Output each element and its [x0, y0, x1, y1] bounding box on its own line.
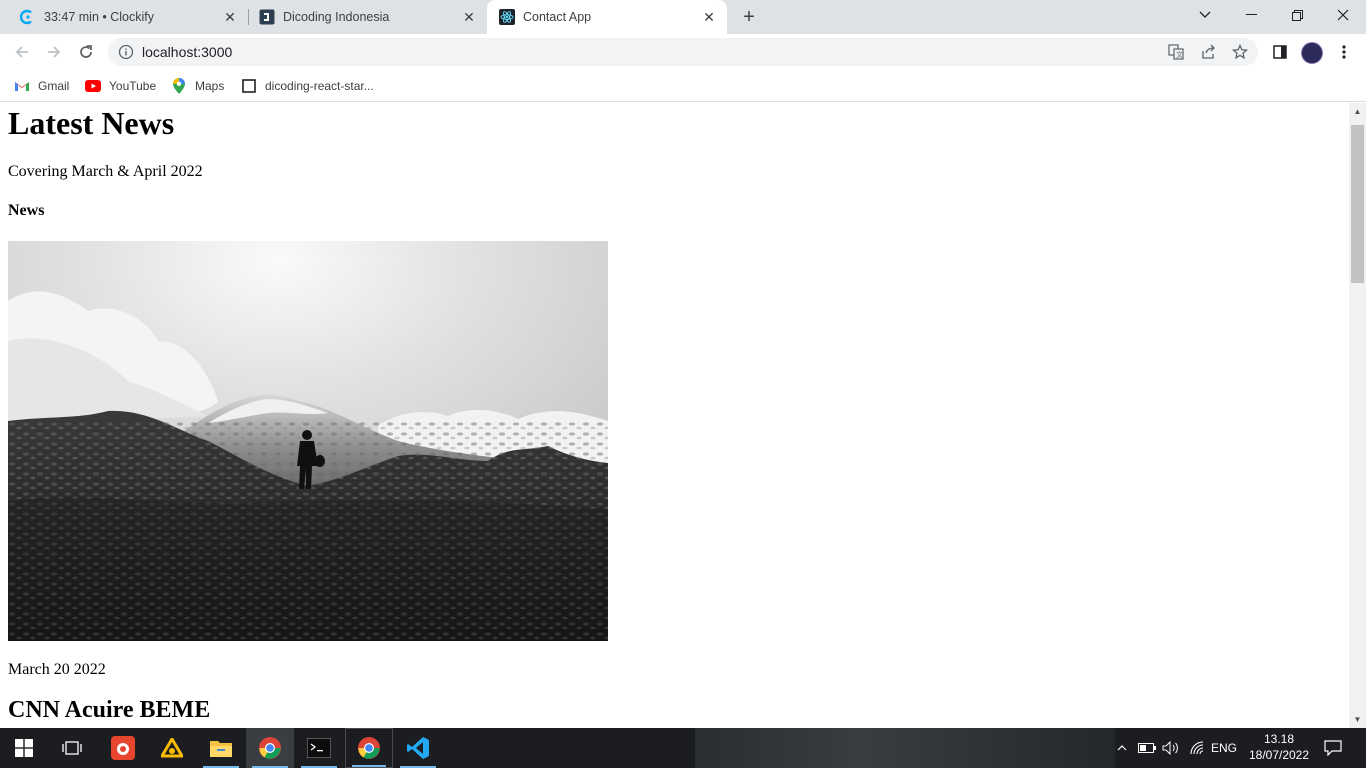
close-tab-icon[interactable]: ✕	[701, 9, 717, 25]
profile-avatar[interactable]	[1301, 42, 1323, 64]
tab-dicoding[interactable]: Dicoding Indonesia ✕	[239, 0, 487, 34]
share-icon[interactable]	[1200, 44, 1216, 60]
taskbar-clock[interactable]: 13.18 18/07/2022	[1248, 731, 1310, 763]
bookmarks-bar: Gmail YouTube Maps dicoding-react-star..…	[0, 70, 1366, 102]
covering-text: Covering March & April 2022	[8, 163, 203, 180]
bookmark-maps[interactable]: Maps	[171, 76, 224, 96]
forward-icon[interactable]	[40, 38, 68, 66]
article-date: March 20 2022	[8, 661, 106, 678]
maps-icon	[171, 78, 187, 94]
url-text: localhost:3000	[142, 44, 233, 60]
news-image	[8, 241, 608, 641]
page-scrollbar[interactable]: ▲ ▼	[1349, 103, 1366, 728]
notifications-icon[interactable]	[1318, 728, 1348, 768]
gmail-icon	[14, 78, 30, 94]
reload-icon[interactable]	[72, 38, 100, 66]
language-indicator[interactable]: ENG	[1208, 728, 1240, 768]
page-icon	[241, 78, 257, 94]
back-icon[interactable]	[8, 38, 36, 66]
address-bar[interactable]: localhost:3000 文	[108, 38, 1258, 66]
page-title: Latest News	[8, 105, 175, 141]
site-info-icon[interactable]	[118, 44, 134, 60]
bookmark-youtube[interactable]: YouTube	[85, 76, 156, 96]
file-explorer-icon[interactable]	[197, 728, 245, 768]
show-hidden-icons-icon[interactable]	[1113, 728, 1131, 768]
clock-time: 13.18	[1263, 732, 1295, 746]
menu-kebab-icon[interactable]	[1334, 42, 1354, 62]
scroll-thumb[interactable]	[1351, 125, 1364, 283]
minimize-icon[interactable]	[1228, 0, 1274, 30]
wifi-icon[interactable]	[1186, 728, 1208, 768]
close-window-icon[interactable]	[1320, 0, 1366, 30]
windows-taskbar: ENG 13.18 18/07/2022	[0, 728, 1366, 768]
volume-icon[interactable]	[1160, 728, 1182, 768]
clockify-icon	[20, 9, 36, 25]
tab-title: 33:47 min • Clockify	[44, 10, 154, 24]
bookmark-label: Maps	[195, 79, 225, 93]
tab-search-icon[interactable]	[1182, 0, 1228, 30]
scroll-down-icon[interactable]: ▼	[1349, 711, 1366, 728]
svg-text:文: 文	[1176, 50, 1183, 59]
restore-icon[interactable]	[1274, 0, 1320, 30]
app-icon[interactable]	[99, 728, 147, 768]
tab-title: Dicoding Indonesia	[283, 10, 390, 24]
browser-toolbar: localhost:3000 文	[0, 34, 1366, 70]
close-tab-icon[interactable]: ✕	[461, 9, 477, 25]
start-icon[interactable]	[0, 728, 48, 768]
page-viewport: Latest News Covering March & April 2022 …	[0, 103, 1349, 728]
tab-strip: 33:47 min • Clockify ✕ Dicoding Indonesi…	[0, 0, 1366, 34]
youtube-icon	[85, 78, 101, 94]
drive-icon[interactable]	[148, 728, 196, 768]
taskbar-background	[695, 728, 1115, 768]
scroll-up-icon[interactable]: ▲	[1349, 103, 1366, 120]
react-icon	[499, 9, 515, 25]
battery-icon[interactable]	[1136, 728, 1158, 768]
tab-clockify[interactable]: 33:47 min • Clockify ✕	[0, 0, 248, 34]
bookmark-star-icon[interactable]	[1231, 43, 1249, 60]
vscode-icon[interactable]	[394, 728, 442, 768]
new-tab-icon[interactable]: +	[737, 5, 761, 29]
tab-contact-app[interactable]: Contact App ✕	[487, 0, 727, 34]
bookmark-dicoding-react[interactable]: dicoding-react-star...	[241, 76, 374, 96]
bookmark-label: dicoding-react-star...	[265, 79, 374, 93]
bookmark-label: Gmail	[38, 79, 70, 93]
tab-title: Contact App	[523, 10, 592, 24]
chrome-icon[interactable]	[345, 728, 393, 768]
clock-date: 18/07/2022	[1248, 748, 1310, 762]
task-view-icon[interactable]	[48, 728, 96, 768]
close-tab-icon[interactable]: ✕	[222, 9, 238, 25]
chrome-icon[interactable]	[246, 728, 294, 768]
dicoding-icon	[259, 9, 275, 25]
bookmark-gmail[interactable]: Gmail	[14, 76, 69, 96]
terminal-icon[interactable]	[295, 728, 343, 768]
article-title: CNN Acuire BEME	[8, 697, 211, 723]
translate-icon[interactable]: 文	[1168, 44, 1184, 60]
section-label: News	[8, 202, 45, 219]
bookmark-label: YouTube	[109, 79, 157, 93]
side-panel-icon[interactable]	[1270, 42, 1290, 62]
